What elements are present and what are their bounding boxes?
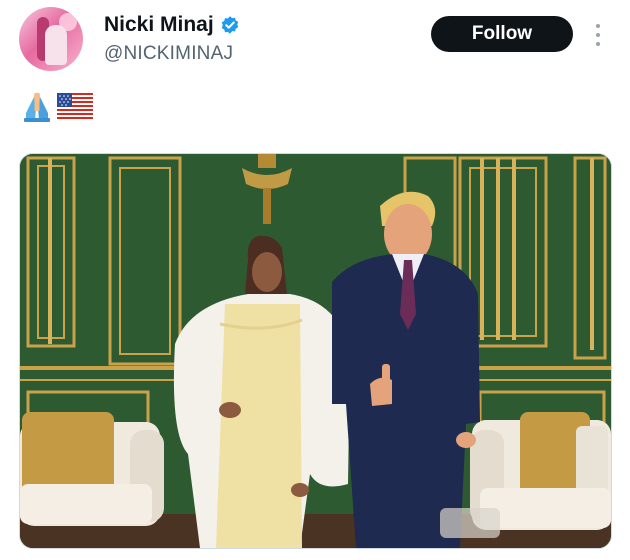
- tweet-text: [20, 89, 93, 128]
- folded-hands-emoji: [20, 89, 54, 128]
- left-armchair: [20, 412, 164, 526]
- handle[interactable]: @NICKIMINAJ: [104, 43, 233, 65]
- us-flag-emoji: [57, 93, 93, 124]
- verified-badge-icon: [220, 15, 240, 35]
- tweet-header: Nicki Minaj @NICKIMINAJ Follow: [0, 0, 630, 80]
- tweet-photo[interactable]: [19, 153, 612, 549]
- rug-detail: [440, 508, 500, 538]
- display-name[interactable]: Nicki Minaj: [104, 13, 214, 37]
- more-dot: [596, 33, 600, 37]
- avatar-figure: [45, 25, 67, 65]
- name-row: Nicki Minaj: [104, 13, 240, 37]
- avatar[interactable]: [19, 7, 83, 71]
- more-dot: [596, 24, 600, 28]
- follow-button[interactable]: Follow: [431, 16, 573, 52]
- more-vertical-icon[interactable]: [594, 24, 602, 46]
- more-dot: [596, 42, 600, 46]
